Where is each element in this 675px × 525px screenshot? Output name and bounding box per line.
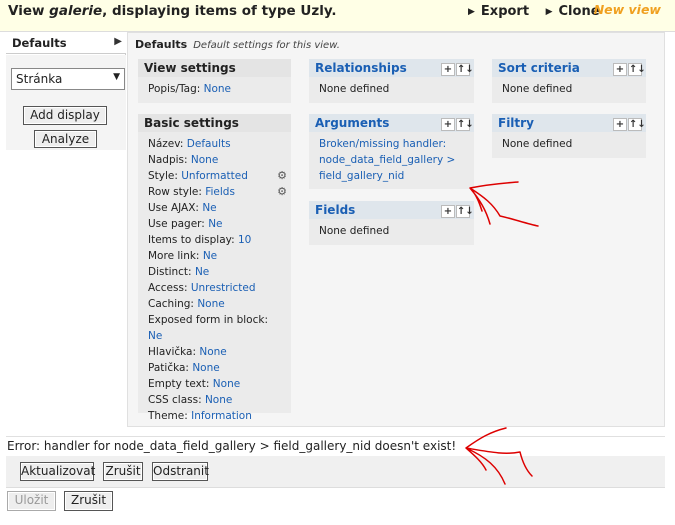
rearrange-icon[interactable]: ↑↓ bbox=[456, 63, 474, 76]
arrow-right-icon: ▶ bbox=[468, 7, 475, 17]
save-button[interactable]: Uložit bbox=[7, 491, 56, 511]
defaults-heading: Defaults Default settings for this view. bbox=[135, 38, 340, 51]
view-name: galerie bbox=[49, 3, 103, 19]
view-settings-title: View settings bbox=[138, 59, 291, 77]
setting-row: Název: Defaults bbox=[148, 138, 231, 150]
chevron-right-icon: ▶ bbox=[114, 36, 122, 47]
setting-value-link[interactable]: Ne bbox=[195, 266, 209, 278]
setting-row: Use pager: Ne bbox=[148, 218, 223, 230]
setting-value-link[interactable]: Information bbox=[191, 410, 252, 422]
add-icon[interactable]: + bbox=[441, 205, 455, 218]
setting-row: Theme: Information bbox=[148, 410, 252, 422]
setting-value-link[interactable]: None bbox=[213, 378, 240, 390]
setting-value-link[interactable]: Unrestricted bbox=[191, 282, 256, 294]
setting-row: Patička: None bbox=[148, 362, 220, 374]
setting-value-link[interactable]: Ne bbox=[202, 202, 216, 214]
filters-empty: None defined bbox=[502, 138, 573, 150]
setting-value-link[interactable]: None bbox=[191, 154, 218, 166]
setting-value-link[interactable]: Ne bbox=[208, 218, 222, 230]
setting-row: Exposed form in block: Ne bbox=[148, 314, 268, 342]
fields-box: Fields + ↑↓ None defined bbox=[309, 201, 474, 245]
chevron-down-icon: ▼ bbox=[113, 72, 120, 82]
defaults-description: Default settings for this view. bbox=[193, 40, 340, 51]
setting-value-link[interactable]: 10 bbox=[238, 234, 251, 246]
setting-row: CSS class: None bbox=[148, 394, 233, 406]
setting-value-link[interactable]: Ne bbox=[148, 330, 162, 342]
relationships-box: Relationships + ↑↓ None defined bbox=[309, 59, 474, 103]
basic-settings-title: Basic settings bbox=[138, 114, 291, 132]
relationships-title[interactable]: Relationships + ↑↓ bbox=[309, 59, 474, 77]
setting-value-link[interactable]: None bbox=[197, 298, 224, 310]
basic-settings-box: Basic settings Název: Defaults Nadpis: N… bbox=[138, 114, 291, 422]
add-display-button[interactable]: Add display bbox=[23, 106, 107, 125]
setting-row: Access: Unrestricted bbox=[148, 282, 256, 294]
setting-row: Use AJAX: Ne bbox=[148, 202, 217, 214]
setting-value-link[interactable]: Defaults bbox=[187, 138, 231, 150]
add-icon[interactable]: + bbox=[441, 118, 455, 131]
fields-title[interactable]: Fields + ↑↓ bbox=[309, 201, 474, 219]
broken-handler-link[interactable]: Broken/missing handler: node_data_field_… bbox=[309, 132, 474, 188]
arguments-box: Arguments + ↑↓ Broken/missing handler: no… bbox=[309, 114, 474, 189]
setting-row: Caching: None bbox=[148, 298, 225, 310]
setting-row: Empty text: None bbox=[148, 378, 241, 390]
setting-row: Items to display: 10 bbox=[148, 234, 252, 246]
setting-row: Hlavička: None bbox=[148, 346, 227, 358]
error-message: Error: handler for node_data_field_galle… bbox=[6, 436, 665, 454]
gear-icon[interactable]: ⚙ bbox=[277, 168, 287, 184]
setting-row: More link: Ne bbox=[148, 250, 218, 262]
view-settings-box: View settings Popis/Tag: None bbox=[138, 59, 291, 103]
filters-title[interactable]: Filtry + ↑↓ bbox=[492, 114, 646, 132]
sort-criteria-empty: None defined bbox=[502, 83, 573, 95]
rearrange-icon[interactable]: ↑↓ bbox=[456, 205, 474, 218]
add-icon[interactable]: + bbox=[613, 118, 627, 131]
setting-value-link[interactable]: None bbox=[205, 394, 232, 406]
update-button[interactable]: Aktualizovat bbox=[20, 462, 95, 481]
arrow-right-icon: ▶ bbox=[545, 7, 553, 17]
page-title: View galerie, displaying items of type U… bbox=[8, 3, 337, 19]
add-icon[interactable]: + bbox=[613, 63, 627, 76]
cancel-bottom-button[interactable]: Zrušit bbox=[64, 491, 113, 511]
view-header-bar: View galerie, displaying items of type U… bbox=[0, 0, 675, 32]
tab-defaults[interactable]: Defaults ▶ bbox=[6, 32, 126, 54]
setting-row: Style: Unformatted ⚙ bbox=[148, 169, 287, 182]
sort-criteria-title[interactable]: Sort criteria + ↑↓ bbox=[492, 59, 646, 77]
setting-row: Popis/Tag: None bbox=[148, 83, 232, 95]
filters-box: Filtry + ↑↓ None defined bbox=[492, 114, 646, 158]
export-link[interactable]: Export bbox=[481, 4, 529, 19]
gear-icon[interactable]: ⚙ bbox=[277, 184, 287, 200]
display-type-select[interactable]: Stránka ▼ bbox=[11, 68, 125, 90]
rearrange-icon[interactable]: ↑↓ bbox=[628, 63, 646, 76]
add-icon[interactable]: + bbox=[441, 63, 455, 76]
setting-value-link[interactable]: Ne bbox=[203, 250, 217, 262]
setting-value-link[interactable]: None bbox=[192, 362, 219, 374]
setting-value-link[interactable]: Unformatted bbox=[181, 170, 248, 182]
setting-row: Nadpis: None bbox=[148, 154, 219, 166]
setting-value-link[interactable]: Fields bbox=[205, 186, 235, 198]
rearrange-icon[interactable]: ↑↓ bbox=[628, 118, 646, 131]
popis-tag-link[interactable]: None bbox=[204, 83, 231, 95]
new-view-link[interactable]: New view bbox=[594, 2, 661, 17]
arguments-title[interactable]: Arguments + ↑↓ bbox=[309, 114, 474, 132]
analyze-button[interactable]: Analyze bbox=[34, 130, 97, 148]
setting-value-link[interactable]: None bbox=[199, 346, 226, 358]
rearrange-icon[interactable]: ↑↓ bbox=[456, 118, 474, 131]
setting-row: Distinct: Ne bbox=[148, 266, 210, 278]
remove-button[interactable]: Odstranit bbox=[152, 462, 209, 481]
setting-row: Row style: Fields ⚙ bbox=[148, 185, 287, 198]
fields-empty: None defined bbox=[319, 225, 390, 237]
cancel-button[interactable]: Zrušit bbox=[103, 462, 143, 481]
sort-criteria-box: Sort criteria + ↑↓ None defined bbox=[492, 59, 646, 103]
relationships-empty: None defined bbox=[319, 83, 390, 95]
